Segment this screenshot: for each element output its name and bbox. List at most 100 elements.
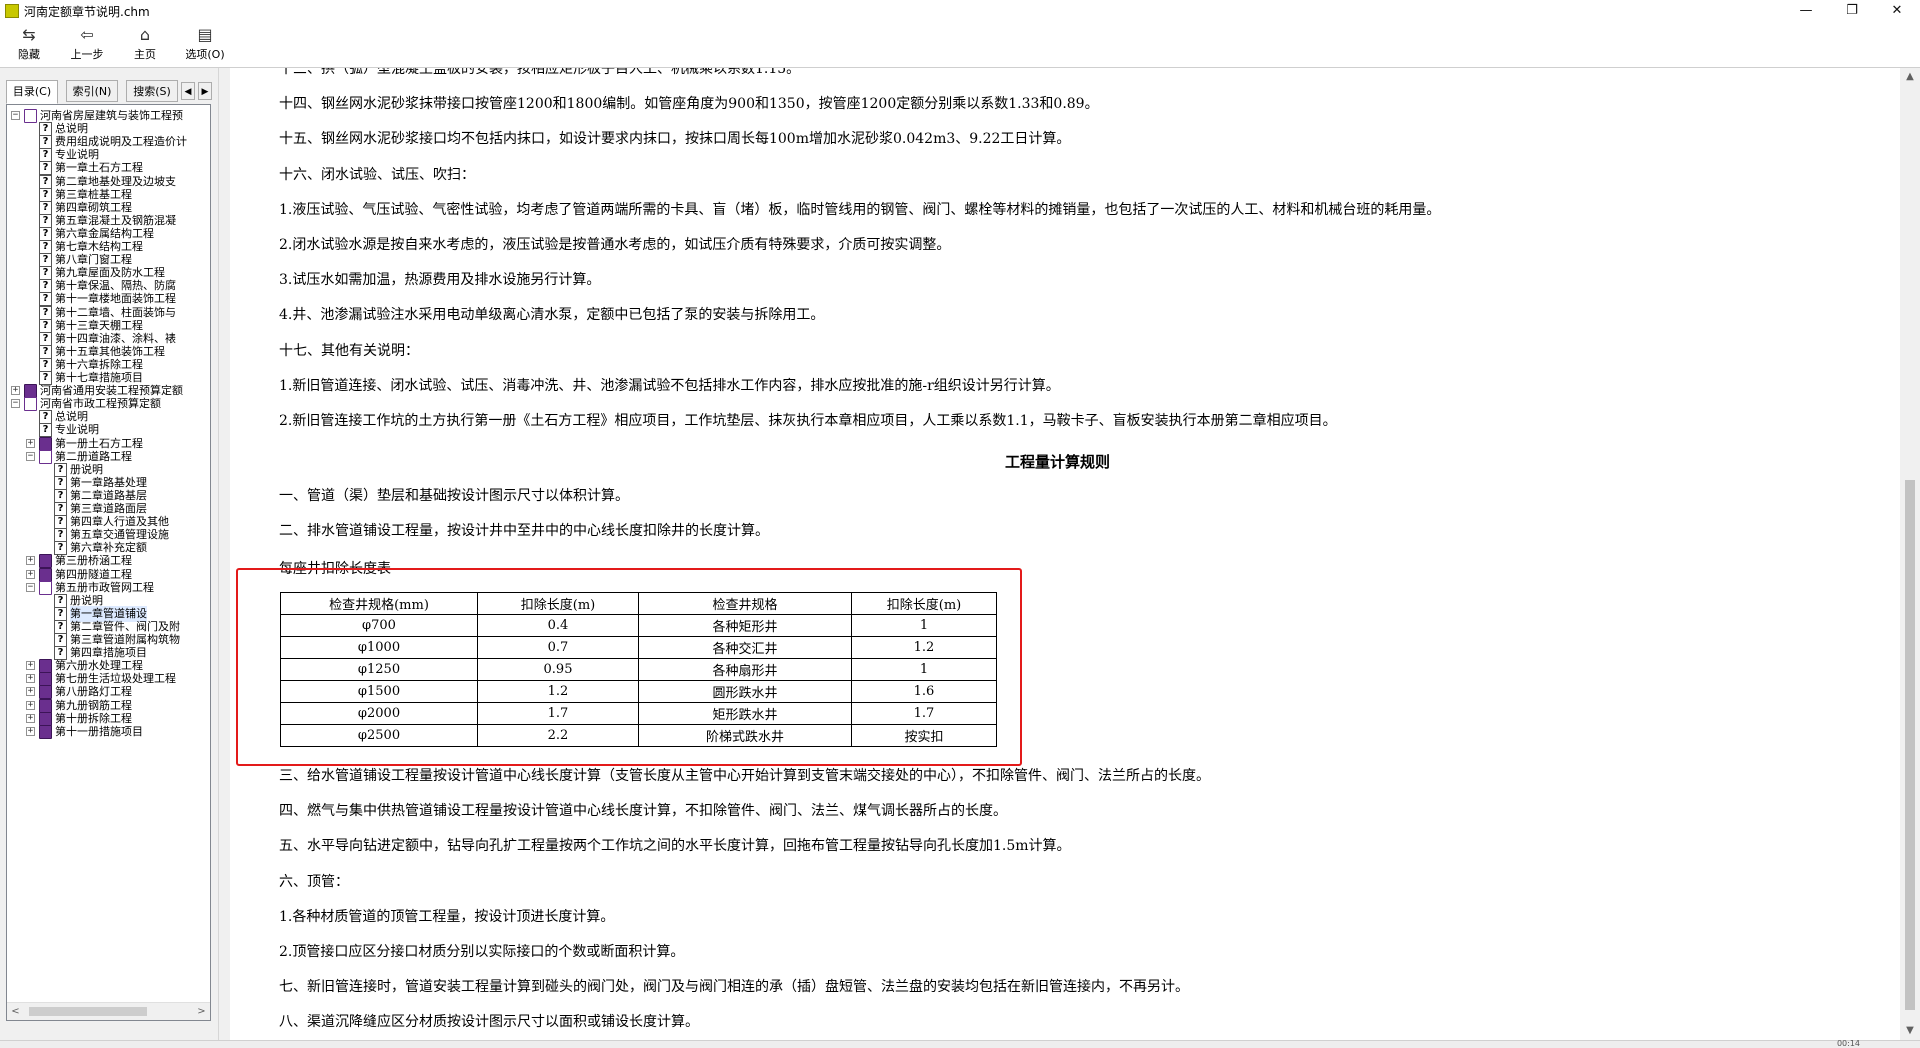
content-paragraph: 4.井、池渗漏试验注水采用电动单级离心清水泵，定额中已包括了泵的安装与拆除用工。 bbox=[279, 307, 825, 324]
options-button[interactable]: ▤ 选项(O) bbox=[180, 24, 230, 66]
content-paragraph: 八、渠道沉降缝应区分材质按设计图示尺寸以面积或铺设长度计算。 bbox=[279, 1014, 699, 1031]
tab-scroll-right-icon[interactable]: ▶ bbox=[198, 82, 212, 100]
table-cell: 1.6 bbox=[851, 680, 997, 703]
back-arrow-icon: ⇦ bbox=[80, 25, 94, 44]
content-paragraph: 2.顶管接口应区分接口材质分别以实际接口的个数或断面积计算。 bbox=[279, 944, 685, 960]
content-paragraph: 3.试压水如需加温，热源费用及排水设施另行计算。 bbox=[279, 272, 601, 289]
scroll-thumb[interactable] bbox=[29, 1007, 147, 1016]
expand-icon[interactable]: + bbox=[26, 661, 35, 671]
collapse-icon[interactable]: − bbox=[11, 399, 20, 409]
table-cell: 各种扇形井 bbox=[638, 658, 852, 681]
content-paragraph: 2.新旧管连接工作坑的土方执行第一册《土石方工程》相应项目，工作坑垫层、抹灰执行… bbox=[279, 413, 1337, 429]
table-cell: 2.2 bbox=[477, 724, 639, 747]
minimize-button[interactable]: — bbox=[1783, 0, 1829, 22]
content-paragraph: 1.新旧管道连接、闭水试验、试压、消毒冲洗、井、池渗漏试验不包括排水工作内容，排… bbox=[279, 377, 1060, 394]
tree-horizontal-scrollbar[interactable]: < > bbox=[7, 1002, 210, 1020]
status-bar: 00:14 bbox=[0, 1039, 1920, 1048]
table-cell: 1 bbox=[851, 658, 997, 681]
content-paragraph: 1.各种材质管道的顶管工程量，按设计顶进长度计算。 bbox=[279, 908, 615, 925]
toolbar: ⇆ 隐藏 ⇦ 上一步 ⌂ 主页 ▤ 选项(O) bbox=[0, 22, 1920, 68]
hide-label: 隐藏 bbox=[18, 48, 40, 61]
nav-tabs: 目录(C) 索引(N) 搜索(S) ◀ ▶ bbox=[6, 80, 216, 104]
content-paragraph: 2.闭水试验水源是按自来水考虑的，液压试验是按普通水考虑的，如试压介质有特殊要求… bbox=[279, 237, 951, 253]
chm-app-icon bbox=[5, 4, 19, 18]
content-paragraph: 十三、拱（弧）型混凝土盖板的安装，按相应矩形板子目人工、机械乘以系数1.15。 bbox=[279, 68, 801, 77]
table-cell: φ700 bbox=[280, 614, 478, 637]
table-header-row: 检查井规格(mm) 扣除长度(m) 检查井规格 扣除长度(m) bbox=[280, 592, 997, 615]
scroll-up-arrow-icon[interactable]: ▲ bbox=[1900, 68, 1920, 86]
expand-icon[interactable]: + bbox=[11, 386, 20, 396]
status-time: 00:14 bbox=[1836, 1039, 1860, 1048]
content-paragraph: 三、给水管道铺设工程量按设计管道中心线长度计算（支管长度从主管中心开始计算到支管… bbox=[279, 768, 1210, 784]
home-button[interactable]: ⌂ 主页 bbox=[120, 24, 170, 66]
expand-icon[interactable]: + bbox=[26, 687, 35, 697]
tab-contents[interactable]: 目录(C) bbox=[6, 80, 58, 104]
book-icon bbox=[39, 724, 52, 739]
table-cell: 阶梯式跌水井 bbox=[638, 724, 852, 747]
table-header: 扣除长度(m) bbox=[851, 592, 997, 615]
content-vertical-scrollbar[interactable]: ▲ ▼ bbox=[1900, 68, 1920, 1040]
tree-item[interactable]: + 第十一册措施项目 bbox=[7, 724, 210, 740]
table-cell: 0.4 bbox=[477, 614, 639, 637]
home-icon: ⌂ bbox=[139, 25, 151, 44]
table-header: 扣除长度(m) bbox=[477, 592, 639, 615]
table-row: φ1000 0.7 各种交汇井 1.2 bbox=[280, 636, 997, 659]
tab-search[interactable]: 搜索(S) bbox=[126, 80, 178, 102]
content-scroll-thumb[interactable] bbox=[1905, 480, 1915, 1010]
content-paragraph: 一、管道（渠）垫层和基础按设计图示尺寸以体积计算。 bbox=[279, 488, 629, 504]
collapse-icon[interactable]: − bbox=[26, 451, 35, 461]
table-cell: 1 bbox=[851, 614, 997, 637]
options-label: 选项(O) bbox=[185, 48, 225, 61]
table-row: φ1250 0.95 各种扇形井 1 bbox=[280, 658, 997, 681]
hide-button[interactable]: ⇆ 隐藏 bbox=[4, 24, 54, 66]
table-body: φ700 0.4 各种矩形井 1 φ1000 0.7 各种交汇井 1.2 φ1250 0.95 各种… bbox=[280, 614, 997, 747]
close-button[interactable]: ✕ bbox=[1874, 0, 1920, 22]
table-cell: 各种交汇井 bbox=[638, 636, 852, 659]
expand-icon[interactable]: + bbox=[26, 674, 35, 684]
pane-splitter[interactable] bbox=[218, 68, 230, 1040]
content-paragraph: 四、燃气与集中供热管道铺设工程量按设计管道中心线长度计算，不扣除管件、阀门、法兰… bbox=[279, 803, 1007, 820]
content-paragraph: 十四、钢丝网水泥砂浆抹带接口按管座1200和1800编制。如管座角度为900和1… bbox=[279, 96, 1099, 113]
table-row: φ2500 2.2 阶梯式跌水井 按实扣 bbox=[280, 724, 997, 747]
contents-tree: − 河南省房屋建筑与装饰工程预? 总说明? 费用组成说明及工程造价计? 专业说明? 第一章… bbox=[7, 105, 210, 1003]
expand-icon[interactable]: + bbox=[26, 713, 35, 723]
tab-scroll-left-icon[interactable]: ◀ bbox=[181, 82, 195, 100]
section-heading: 工程量计算规则 bbox=[1005, 453, 1111, 471]
hide-icon: ⇆ bbox=[22, 25, 36, 44]
content-paragraph: 七、新旧管连接时，管道安装工程量计算到碰头的阀门处，阀门及与阀门相连的承（插）盘… bbox=[279, 979, 1189, 996]
home-label: 主页 bbox=[134, 48, 156, 61]
scroll-down-arrow-icon[interactable]: ▼ bbox=[1900, 1022, 1920, 1040]
table-cell: 1.2 bbox=[477, 680, 639, 703]
expand-icon[interactable]: + bbox=[26, 569, 35, 579]
deduction-length-table: 检查井规格(mm) 扣除长度(m) 检查井规格 扣除长度(m) φ700 0.4 各… bbox=[280, 592, 997, 747]
table-cell: 矩形跌水井 bbox=[638, 702, 852, 725]
table-cell: 0.95 bbox=[477, 658, 639, 681]
navigation-pane: 目录(C) 索引(N) 搜索(S) ◀ ▶ − 河南省房屋建筑与装饰工程预? 总说明… bbox=[0, 68, 218, 1040]
topic-content: 工程量计算规则 每座井扣除长度表 检查井规格(mm) 扣除长度(m) 检查井规格… bbox=[230, 68, 1900, 1040]
restore-button[interactable]: ❐ bbox=[1829, 0, 1875, 22]
back-label: 上一步 bbox=[70, 48, 104, 61]
content-paragraph: 十七、其他有关说明： bbox=[279, 342, 419, 359]
tree-item-label: 第十一册措施项目 bbox=[55, 724, 143, 738]
expand-icon[interactable]: + bbox=[26, 438, 35, 448]
collapse-icon[interactable]: − bbox=[11, 111, 20, 120]
table-row: φ1500 1.2 圆形跌水井 1.6 bbox=[280, 680, 997, 703]
table-cell: φ2000 bbox=[280, 702, 478, 725]
content-paragraph: 六、顶管： bbox=[279, 873, 349, 890]
table-cell: φ1500 bbox=[280, 680, 478, 703]
collapse-icon[interactable]: − bbox=[26, 582, 35, 592]
table-cell: 1.2 bbox=[851, 636, 997, 659]
table-cell: 0.7 bbox=[477, 636, 639, 659]
expand-icon[interactable]: + bbox=[26, 556, 35, 566]
expand-icon[interactable]: + bbox=[26, 726, 35, 736]
window-title: 河南定额章节说明.chm bbox=[24, 5, 150, 19]
scroll-right-arrow-icon[interactable]: > bbox=[193, 1003, 210, 1020]
scroll-left-arrow-icon[interactable]: < bbox=[7, 1003, 24, 1020]
expand-icon[interactable]: + bbox=[26, 700, 35, 710]
content-paragraph: 十五、钢丝网水泥砂浆接口均不包括内抹口，如设计要求内抹口，按抹口周长每100m增… bbox=[279, 131, 1071, 148]
back-button[interactable]: ⇦ 上一步 bbox=[62, 24, 112, 66]
tab-index[interactable]: 索引(N) bbox=[66, 80, 118, 102]
table-cell: φ1250 bbox=[280, 658, 478, 681]
content-paragraph: 十六、闭水试验、试压、吹扫： bbox=[279, 166, 475, 183]
contents-tree-box: − 河南省房屋建筑与装饰工程预? 总说明? 费用组成说明及工程造价计? 专业说明? 第一章… bbox=[6, 104, 211, 1021]
